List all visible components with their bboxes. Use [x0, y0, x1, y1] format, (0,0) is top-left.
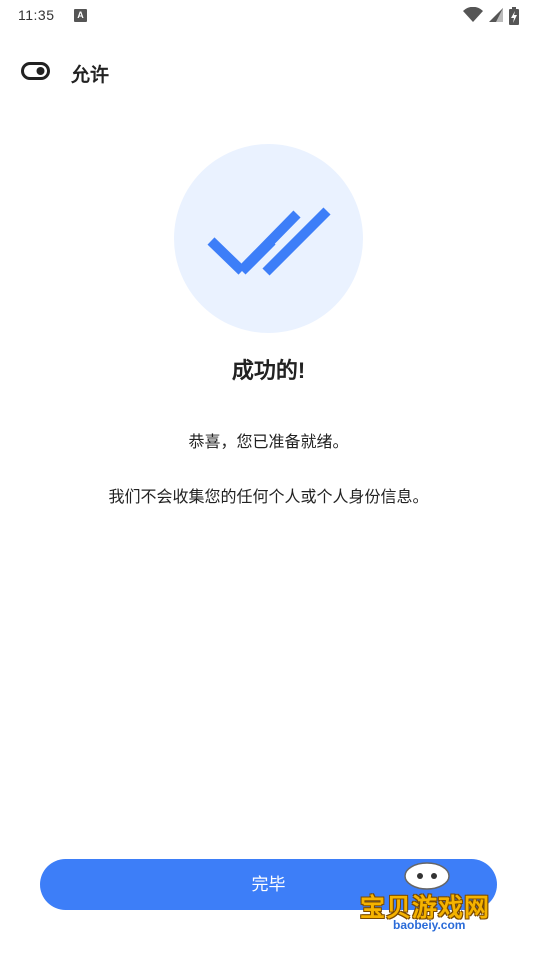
success-illustration: [174, 144, 363, 333]
privacy-message: 我们不会收集您的任何个人或个人身份信息。: [108, 489, 429, 506]
status-time: 11:35: [18, 7, 55, 23]
signal-icon: [489, 8, 503, 22]
success-title: 成功的!: [231, 358, 306, 383]
a-badge-icon: A: [74, 9, 87, 22]
battery-charging-icon: [509, 7, 519, 25]
gamepad-mascot-icon: [404, 862, 450, 890]
status-bar: 11:35 A: [0, 0, 537, 32]
ready-message: 恭喜，您已准备就绪。: [188, 434, 349, 451]
double-check-icon: [207, 207, 331, 276]
watermark-url: baobeiy.com: [393, 918, 466, 932]
toggle-switch-icon[interactable]: [21, 62, 50, 85]
watermark-logo: 宝贝游戏网 baobeiy.com: [360, 858, 510, 950]
app-header: 允许: [0, 50, 537, 94]
header-title: 允许: [71, 65, 110, 86]
wifi-icon: [463, 7, 483, 22]
